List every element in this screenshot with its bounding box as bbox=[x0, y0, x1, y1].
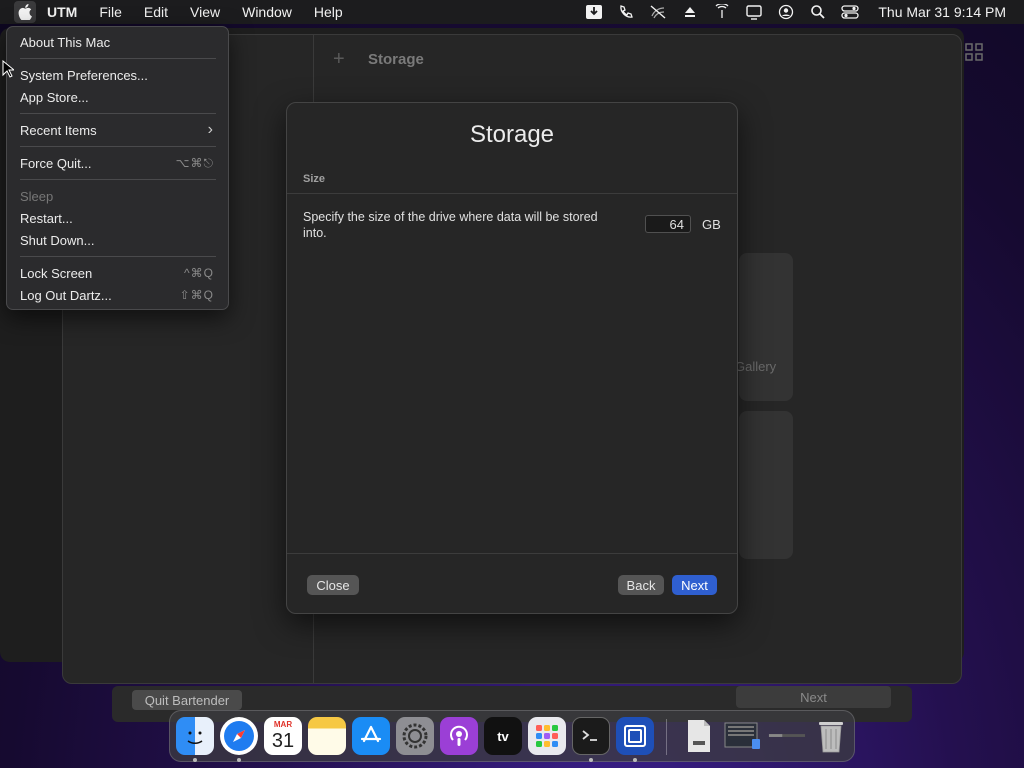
section-divider bbox=[287, 193, 737, 194]
storage-sheet: Storage Size Specify the size of the dri… bbox=[286, 102, 738, 614]
menu-item-label: Sleep bbox=[20, 188, 54, 204]
minimized-window-icon[interactable] bbox=[768, 717, 806, 755]
running-indicator bbox=[633, 758, 637, 762]
menu-item-shut-down[interactable]: Shut Down... bbox=[20, 230, 216, 250]
safari-icon[interactable] bbox=[220, 717, 258, 755]
menu-window[interactable]: Window bbox=[231, 4, 303, 20]
menu-edit[interactable]: Edit bbox=[133, 4, 179, 20]
tv-label: tv bbox=[497, 728, 509, 744]
menu-item-app-store[interactable]: App Store... bbox=[20, 87, 216, 107]
menu-item-lock-screen[interactable]: Lock Screen ^⌘Q bbox=[20, 263, 216, 283]
menu-separator bbox=[20, 58, 216, 59]
menu-item-label: About This Mac bbox=[20, 34, 111, 50]
finder-icon[interactable] bbox=[176, 717, 214, 755]
document-icon[interactable] bbox=[680, 717, 718, 755]
menu-app-utm[interactable]: UTM bbox=[36, 4, 88, 20]
running-indicator bbox=[237, 758, 241, 762]
screenshot-folder-icon[interactable] bbox=[724, 717, 762, 755]
user-icon[interactable] bbox=[776, 4, 796, 20]
phone-icon[interactable] bbox=[616, 4, 636, 20]
trash-icon[interactable] bbox=[812, 717, 850, 755]
menu-bar-clock[interactable]: Thu Mar 31 9:14 PM bbox=[878, 4, 1006, 20]
apple-menu-icon[interactable] bbox=[14, 1, 36, 23]
option-card[interactable] bbox=[739, 411, 793, 559]
menu-separator bbox=[20, 146, 216, 147]
menu-item-restart[interactable]: Restart... bbox=[20, 208, 216, 228]
submenu-chevron-icon: › bbox=[207, 121, 214, 138]
section-header-size: Size bbox=[303, 173, 326, 185]
menu-item-about-this-mac[interactable]: About This Mac bbox=[20, 32, 216, 52]
calendar-icon[interactable]: MAR 31 bbox=[264, 717, 302, 755]
menu-separator bbox=[20, 256, 216, 257]
apple-tv-icon[interactable]: tv bbox=[484, 717, 522, 755]
menu-item-label: Force Quit... bbox=[20, 155, 92, 171]
menu-separator bbox=[20, 179, 216, 180]
notes-icon[interactable] bbox=[308, 717, 346, 755]
calendar-day: 31 bbox=[271, 730, 295, 752]
eject-icon[interactable] bbox=[680, 4, 700, 20]
menu-help[interactable]: Help bbox=[303, 4, 354, 20]
terminal-icon[interactable] bbox=[572, 717, 610, 755]
mute-icon[interactable] bbox=[648, 4, 668, 20]
menu-item-system-preferences[interactable]: System Preferences... bbox=[20, 65, 216, 85]
menu-item-label: System Preferences... bbox=[20, 67, 148, 83]
add-icon[interactable]: + bbox=[333, 48, 345, 71]
download-icon[interactable] bbox=[584, 4, 604, 20]
menu-item-label: Restart... bbox=[20, 210, 73, 226]
running-indicator bbox=[193, 758, 197, 762]
utm-icon[interactable] bbox=[616, 717, 654, 755]
dock-divider bbox=[666, 719, 667, 755]
close-button[interactable]: Close bbox=[307, 575, 359, 595]
menu-item-label: Shut Down... bbox=[20, 232, 95, 248]
quit-bartender-button[interactable]: Quit Bartender bbox=[132, 690, 242, 710]
display-icon[interactable] bbox=[744, 4, 764, 20]
menu-bar: UTM File Edit View Window Help Thu Mar 3… bbox=[0, 0, 1024, 24]
menu-shortcut: ^⌘Q bbox=[184, 266, 214, 280]
sheet-title: Storage bbox=[469, 121, 555, 148]
size-unit-label: GB bbox=[702, 217, 721, 232]
back-button[interactable]: Back bbox=[618, 575, 664, 595]
menu-item-label: Lock Screen bbox=[20, 265, 93, 281]
menu-item-log-out[interactable]: Log Out Dartz... ⇧⌘Q bbox=[20, 285, 216, 305]
size-description: Specify the size of the drive where data… bbox=[303, 210, 598, 240]
mouse-cursor bbox=[2, 59, 16, 83]
menu-item-recent-items[interactable]: Recent Items › bbox=[20, 120, 216, 140]
running-indicator bbox=[589, 758, 593, 762]
menu-item-label: App Store... bbox=[20, 89, 89, 105]
apple-menu-dropdown: About This Mac System Preferences... App… bbox=[6, 26, 229, 310]
menu-shortcut: ⌥⌘⎋ bbox=[175, 155, 214, 170]
grid-view-icon[interactable] bbox=[965, 43, 983, 66]
launchpad-icon[interactable] bbox=[528, 717, 566, 755]
gallery-card[interactable] bbox=[739, 253, 793, 401]
podcasts-icon[interactable] bbox=[440, 717, 478, 755]
menu-separator bbox=[20, 113, 216, 114]
next-button[interactable]: Next bbox=[672, 575, 717, 595]
menu-item-force-quit[interactable]: Force Quit... ⌥⌘⎋ bbox=[20, 153, 216, 173]
toolbar-title: Storage bbox=[368, 51, 424, 68]
menu-item-label: Log Out Dartz... bbox=[20, 287, 112, 303]
control-center-icon[interactable] bbox=[840, 4, 860, 20]
signal-icon[interactable] bbox=[712, 4, 732, 20]
search-icon[interactable] bbox=[808, 4, 828, 20]
menu-file[interactable]: File bbox=[88, 4, 133, 20]
bartender-next-button[interactable]: Next bbox=[736, 686, 891, 708]
menu-item-sleep: Sleep bbox=[20, 186, 216, 206]
dock: MAR 31 tv bbox=[169, 710, 855, 762]
menu-item-label: Recent Items bbox=[20, 122, 97, 138]
gallery-label: Gallery bbox=[735, 359, 777, 374]
system-preferences-icon[interactable] bbox=[396, 717, 434, 755]
drive-size-input[interactable] bbox=[645, 215, 691, 233]
calendar-month: MAR bbox=[273, 720, 293, 729]
app-store-icon[interactable] bbox=[352, 717, 390, 755]
menu-view[interactable]: View bbox=[179, 4, 231, 20]
menu-shortcut: ⇧⌘Q bbox=[179, 288, 214, 302]
footer-divider bbox=[287, 553, 737, 554]
